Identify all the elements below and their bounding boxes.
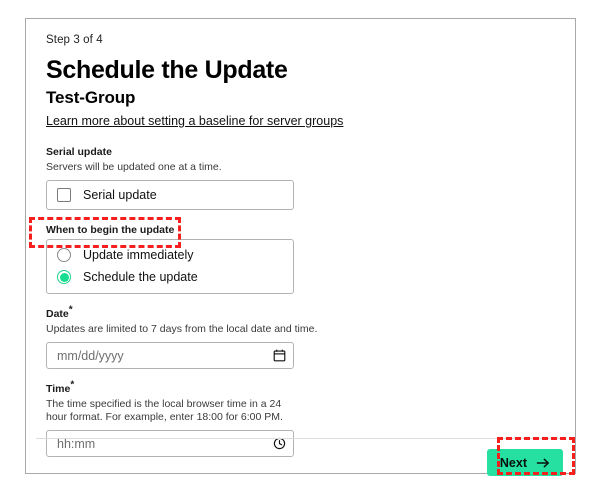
time-help: The time specified is the local browser … [46,398,283,423]
date-help: Updates are limited to 7 days from the l… [46,323,318,335]
when-to-begin-label: When to begin the update [46,224,175,236]
next-button-label: Next [499,455,527,470]
serial-update-checkbox[interactable] [57,188,71,202]
radio-option-update-immediately[interactable]: Update immediately [47,244,293,266]
serial-update-checkbox-label: Serial update [83,188,157,202]
wizard-footer: Next [26,449,563,476]
date-input-wrap [46,342,294,369]
screen-root: Step 3 of 4 Schedule the Update Test-Gro… [0,0,600,500]
serial-update-label: Serial update [46,146,112,158]
date-field: Date* Updates are limited to 7 days from… [46,304,555,369]
arrow-right-icon [536,457,550,469]
calendar-icon[interactable] [272,349,286,363]
time-field: Time* The time specified is the local br… [46,379,555,457]
time-required-marker: * [70,379,75,391]
radio-schedule-the-update-label: Schedule the update [83,270,198,284]
date-label: Date* [46,304,555,321]
radio-option-schedule-the-update[interactable]: Schedule the update [47,266,293,288]
date-required-marker: * [68,304,73,316]
wizard-card: Step 3 of 4 Schedule the Update Test-Gro… [25,18,576,476]
date-input[interactable] [46,342,294,369]
wizard-card-content: Step 3 of 4 Schedule the Update Test-Gro… [26,19,575,476]
when-to-begin-radio-group[interactable]: Update immediately Schedule the update [46,239,294,294]
time-label-text: Time [46,383,71,395]
server-group-name: Test-Group [46,88,136,107]
learn-more-link[interactable]: Learn more about setting a baseline for … [46,113,343,129]
serial-update-help: Servers will be updated one at a time. [46,161,222,173]
date-label-text: Date [46,308,69,320]
serial-update-field: Serial update Servers will be updated on… [46,146,555,210]
when-to-begin-field: When to begin the update Update immediat… [46,224,555,294]
footer-divider [36,438,565,439]
step-indicator: Step 3 of 4 [46,34,103,46]
time-label: Time* [46,379,555,396]
radio-update-immediately-label: Update immediately [83,248,194,262]
page-title: Schedule the Update [46,56,288,84]
next-button[interactable]: Next [486,449,563,476]
radio-update-immediately[interactable] [57,248,71,262]
serial-update-checkbox-box[interactable]: Serial update [46,180,294,210]
radio-schedule-the-update[interactable] [57,270,71,284]
serial-update-checkbox-row[interactable]: Serial update [47,181,293,209]
